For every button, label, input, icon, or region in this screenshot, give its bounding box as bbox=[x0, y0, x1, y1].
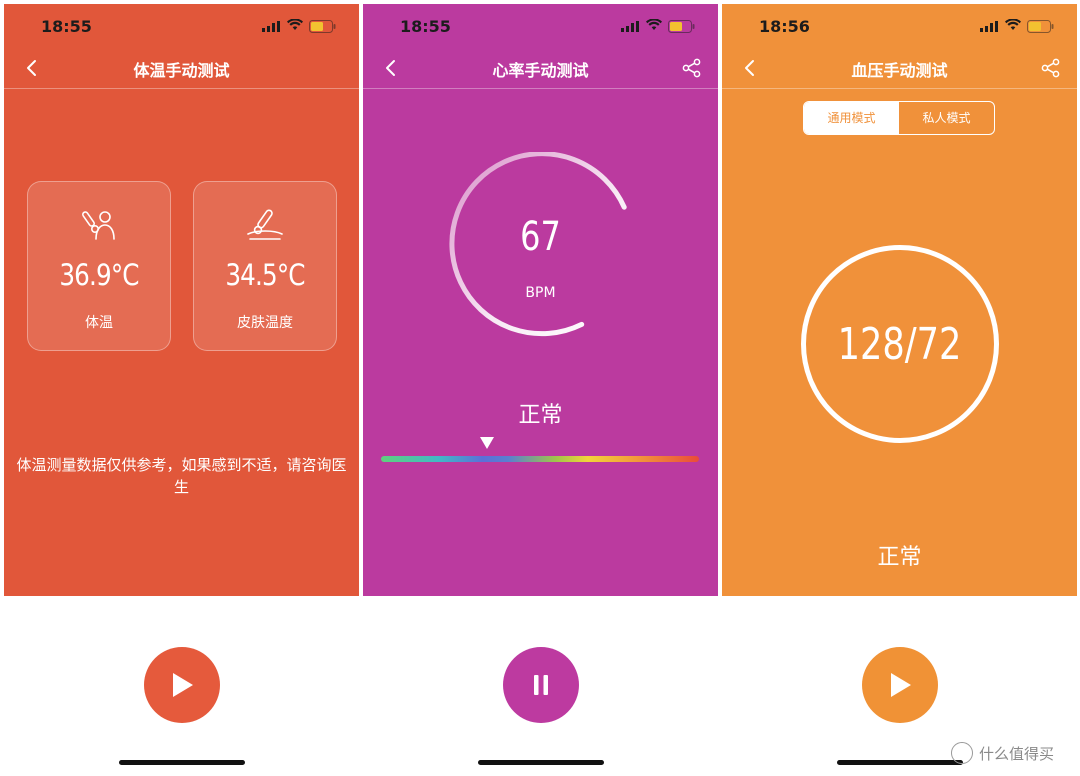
skin-temperature-card[interactable]: 34.5°C 皮肤温度 bbox=[193, 181, 337, 351]
battery-icon bbox=[309, 20, 336, 33]
body-temperature-icon bbox=[82, 211, 115, 240]
play-button[interactable] bbox=[144, 647, 220, 723]
status-bar: 18:55 bbox=[363, 4, 718, 48]
nav-bar: 心率手动测试 bbox=[363, 48, 718, 89]
page-title: 体温手动测试 bbox=[133, 61, 230, 80]
status-time: 18:55 bbox=[41, 17, 92, 36]
status-time: 18:56 bbox=[759, 17, 810, 36]
range-marker-icon bbox=[480, 437, 494, 449]
play-button[interactable] bbox=[862, 647, 938, 723]
skin-temperature-value: 34.5°C bbox=[225, 258, 305, 292]
play-icon bbox=[173, 673, 193, 697]
tab-private-mode[interactable]: 私人模式 bbox=[899, 102, 994, 134]
heart-rate-panel: 18:55 心率手动测试 67 BPM 正常 bbox=[363, 4, 718, 596]
share-icon[interactable] bbox=[681, 57, 703, 79]
page-title: 心率手动测试 bbox=[492, 61, 589, 80]
battery-icon bbox=[668, 20, 695, 33]
blood-pressure-screen: 18:56 血压手动测试 通用模式 私人模式 128/72 正常 bbox=[722, 4, 1077, 776]
share-icon[interactable] bbox=[1040, 57, 1062, 79]
wifi-icon bbox=[646, 19, 662, 30]
pause-button[interactable] bbox=[503, 647, 579, 723]
battery-icon bbox=[1027, 20, 1054, 33]
wifi-icon bbox=[287, 19, 303, 30]
tab-general-mode[interactable]: 通用模式 bbox=[804, 102, 899, 134]
skin-temperature-label: 皮肤温度 bbox=[237, 315, 293, 331]
temperature-screen: 18:55 体温手动测试 36.9°C 体温 34.5°C 皮肤温度 体温测量数… bbox=[4, 4, 359, 776]
disclaimer-text: 体温测量数据仅供参考，如果感到不适，请咨询医生 bbox=[16, 456, 347, 496]
home-indicator[interactable] bbox=[837, 760, 963, 765]
heart-rate-status: 正常 bbox=[518, 403, 563, 428]
page-title: 血压手动测试 bbox=[851, 61, 948, 80]
home-indicator[interactable] bbox=[119, 760, 245, 765]
temperature-panel: 18:55 体温手动测试 36.9°C 体温 34.5°C 皮肤温度 体温测量数… bbox=[4, 4, 359, 596]
cellular-signal-icon bbox=[262, 21, 280, 32]
status-time: 18:55 bbox=[400, 17, 451, 36]
cellular-signal-icon bbox=[980, 21, 998, 32]
play-icon bbox=[891, 673, 911, 697]
blood-pressure-status: 正常 bbox=[877, 545, 922, 570]
body-temperature-card[interactable]: 36.9°C 体温 bbox=[27, 181, 171, 351]
smzdm-logo-icon bbox=[951, 742, 973, 764]
home-indicator[interactable] bbox=[478, 760, 604, 765]
heart-rate-screen: 18:55 心率手动测试 67 BPM 正常 bbox=[363, 4, 718, 776]
wifi-icon bbox=[1005, 19, 1021, 30]
heart-rate-value: 67 bbox=[520, 214, 561, 260]
body-temperature-label: 体温 bbox=[85, 315, 113, 331]
pause-icon bbox=[534, 675, 548, 695]
nav-bar: 血压手动测试 bbox=[722, 48, 1077, 89]
skin-temperature-icon bbox=[247, 209, 283, 240]
status-bar: 18:55 bbox=[4, 4, 359, 48]
nav-bar: 体温手动测试 bbox=[4, 48, 359, 89]
blood-pressure-value: 128/72 bbox=[837, 319, 962, 370]
body-temperature-value: 36.9°C bbox=[59, 258, 139, 292]
heart-rate-unit: BPM bbox=[525, 285, 556, 301]
watermark-text: 什么值得买 bbox=[979, 745, 1055, 763]
heart-rate-range-bar bbox=[381, 456, 699, 462]
mode-segmented-control: 通用模式 私人模式 bbox=[803, 101, 995, 135]
status-bar: 18:56 bbox=[722, 4, 1077, 48]
blood-pressure-panel: 18:56 血压手动测试 通用模式 私人模式 128/72 正常 bbox=[722, 4, 1077, 596]
cellular-signal-icon bbox=[621, 21, 639, 32]
